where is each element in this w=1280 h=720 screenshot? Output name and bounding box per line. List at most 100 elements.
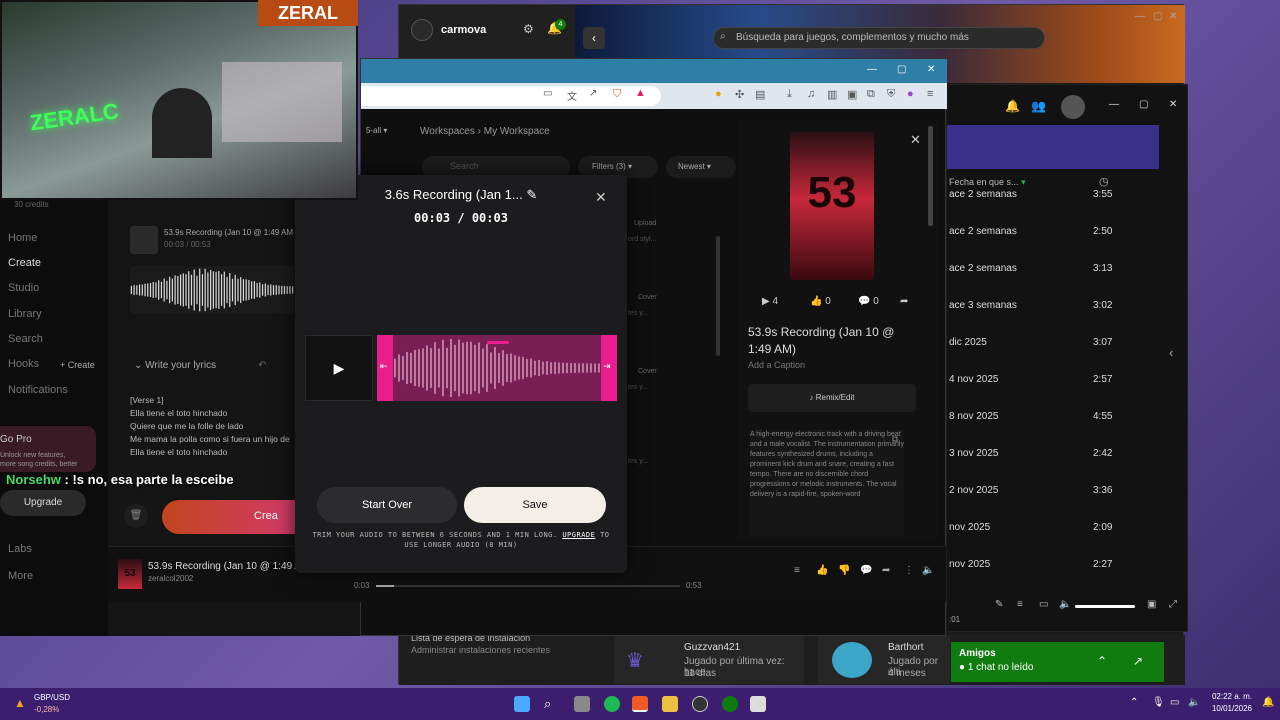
close-icon[interactable]: ✕	[1169, 11, 1177, 22]
player-artist[interactable]: zeralcol2002	[148, 574, 193, 583]
translate-icon[interactable]: 文	[567, 88, 577, 103]
close-icon[interactable]: ✕	[595, 189, 607, 206]
list-scrollbar[interactable]	[716, 236, 720, 356]
lyrics-icon[interactable]: ✎	[995, 599, 1003, 610]
back-button[interactable]: ‹	[583, 27, 605, 49]
undo-icon[interactable]: ↶	[258, 360, 266, 371]
progress-track[interactable]	[376, 585, 680, 587]
sidebar-item-library[interactable]: Library	[8, 308, 42, 320]
xbox-search-input[interactable]: ⌕ Búsqueda para juegos, complementos y m…	[713, 27, 1045, 49]
brave-rewards-icon[interactable]: ▲	[635, 87, 646, 99]
brave-icon[interactable]	[632, 696, 648, 712]
start-over-button[interactable]: Start Over	[317, 487, 457, 523]
sidebar-item-create[interactable]: Create	[8, 257, 41, 269]
device-icon[interactable]: ▭	[1039, 599, 1048, 610]
save-button[interactable]: Save	[464, 487, 606, 523]
player-cover[interactable]: 53	[118, 559, 142, 589]
chevron-left-icon[interactable]: ‹	[1169, 345, 1173, 360]
clock-date[interactable]: 10/01/2026	[1206, 704, 1252, 713]
menu-icon[interactable]: ≡	[927, 88, 933, 100]
friends-popup[interactable]: Amigos ● 1 chat no leído ⌃ ↗	[951, 642, 1164, 682]
chevron-up-icon[interactable]: ⌃	[1097, 654, 1107, 668]
obs-icon[interactable]	[692, 696, 708, 712]
fullscreen-icon[interactable]: ⤢	[1169, 599, 1177, 610]
go-pro-card[interactable]: Go Pro Unlock new features, more song cr…	[0, 426, 96, 472]
wallet-icon[interactable]: ▣	[847, 88, 857, 101]
more-icon[interactable]: ⋮	[904, 565, 914, 576]
maximize-icon[interactable]: ▢	[897, 64, 906, 75]
share-icon[interactable]: ➦	[900, 296, 908, 307]
microphone-icon[interactable]: 🎙	[1152, 697, 1165, 708]
workspace-filter-dropdown[interactable]: 5-all ▾	[366, 126, 387, 135]
window-icon[interactable]: ▤	[755, 88, 765, 101]
share-icon[interactable]: ↗	[589, 88, 597, 99]
player-title[interactable]: 53.9s Recording (Jan 10 @ 1:49 AM)	[148, 561, 313, 572]
network-icon[interactable]: ▭	[1170, 697, 1179, 708]
xbox-user[interactable]: carmova	[411, 19, 486, 41]
lyrics-text[interactable]: [Verse 1] Ella tiene el toto hinchado Quie…	[130, 394, 296, 459]
volume-icon[interactable]: 🔈	[1188, 697, 1200, 708]
close-icon[interactable]: ✕	[910, 132, 921, 148]
windows-start-icon[interactable]	[514, 696, 530, 712]
clip-waveform[interactable]	[130, 266, 294, 314]
sidebar-item-hooks[interactable]: Hooks	[8, 358, 39, 370]
friend-card[interactable]: Barthort Jugado por últi 4 meses	[818, 636, 950, 684]
avatar[interactable]	[1061, 95, 1085, 119]
queue-icon[interactable]: ≡	[1017, 599, 1023, 610]
avatar[interactable]	[411, 19, 433, 41]
remix-edit-button[interactable]: ♪ Remix/Edit	[748, 384, 916, 412]
chevron-up-icon[interactable]: ⌃	[1130, 697, 1138, 708]
comment-button[interactable]: 💬 0	[858, 296, 879, 307]
volume-icon[interactable]: 🔈	[1059, 599, 1071, 610]
trim-waveform[interactable]: ⇤ ⇥	[377, 335, 617, 401]
miniplayer-icon[interactable]: ▣	[1147, 599, 1156, 610]
app-icon[interactable]	[750, 696, 766, 712]
friend-card[interactable]: ♛ Guzzvan421 Jugado por última vez: hace…	[614, 636, 804, 684]
music-icon[interactable]: ♫	[807, 88, 815, 100]
gear-icon[interactable]: ⚙	[523, 22, 534, 36]
column-header-date[interactable]: Fecha en que s... ▾	[949, 177, 1026, 188]
minimize-icon[interactable]: —	[1109, 99, 1119, 110]
create-button[interactable]: Crea	[162, 500, 298, 534]
notification-icon[interactable]: 🔔	[1262, 697, 1274, 708]
sidebar-item-notifications[interactable]: Notifications	[8, 384, 68, 396]
volume-icon[interactable]: 🔈	[922, 565, 934, 576]
sidebar-item-home[interactable]: Home	[8, 232, 37, 244]
vpn-icon[interactable]: ⛨	[887, 88, 895, 101]
install-queue[interactable]: Lista de espera de instalación Administr…	[411, 633, 550, 655]
close-icon[interactable]: ✕	[927, 64, 935, 75]
sidebar-item-labs[interactable]: Labs	[8, 543, 32, 555]
clock-time[interactable]: 02:22 a. m.	[1210, 692, 1252, 701]
volume-slider[interactable]	[1075, 605, 1135, 608]
upgrade-button[interactable]: Upgrade	[0, 490, 86, 516]
cast-icon[interactable]: ▭	[543, 88, 552, 99]
thumbs-up-icon[interactable]: 👍	[816, 565, 828, 576]
sidebar-icon[interactable]: ▥	[827, 88, 837, 101]
screenshot-icon[interactable]: ⧉	[867, 88, 875, 101]
copy-icon[interactable]: ⧉	[892, 434, 898, 445]
maximize-icon[interactable]: ▢	[1153, 11, 1162, 22]
leo-icon[interactable]: ●	[907, 88, 914, 100]
caption-input[interactable]: Add a Caption	[748, 360, 805, 370]
spotify-icon[interactable]	[604, 696, 620, 712]
maximize-icon[interactable]: ▢	[1139, 99, 1148, 110]
lyrics-header[interactable]: ⌄ Write your lyrics	[134, 360, 216, 371]
edit-pencil-icon[interactable]: ✎	[526, 187, 537, 202]
stocks-icon[interactable]: ▲	[14, 696, 26, 710]
play-count[interactable]: ▶ 4	[762, 296, 778, 307]
sidebar-item-studio[interactable]: Studio	[8, 282, 39, 294]
file-explorer-icon[interactable]	[662, 696, 678, 712]
minimize-icon[interactable]: —	[1135, 11, 1145, 22]
sidebar-item-search[interactable]: Search	[8, 333, 43, 345]
brave-shield-icon[interactable]: ⛉	[613, 88, 621, 101]
trash-icon[interactable]: 🗑	[124, 504, 148, 528]
sort-button[interactable]: Newest ▾	[666, 156, 736, 178]
sidebar-item-more[interactable]: More	[8, 570, 33, 582]
hooks-create-button[interactable]: + Create	[60, 360, 95, 370]
play-button[interactable]: ▶	[305, 335, 373, 401]
breadcrumb-workspaces[interactable]: Workspaces	[420, 126, 475, 137]
trim-handle-left-icon[interactable]: ⇤	[380, 361, 388, 372]
download-icon[interactable]: ⤓	[787, 88, 792, 101]
close-icon[interactable]: ✕	[1169, 99, 1177, 110]
comment-icon[interactable]: 💬	[860, 565, 872, 576]
